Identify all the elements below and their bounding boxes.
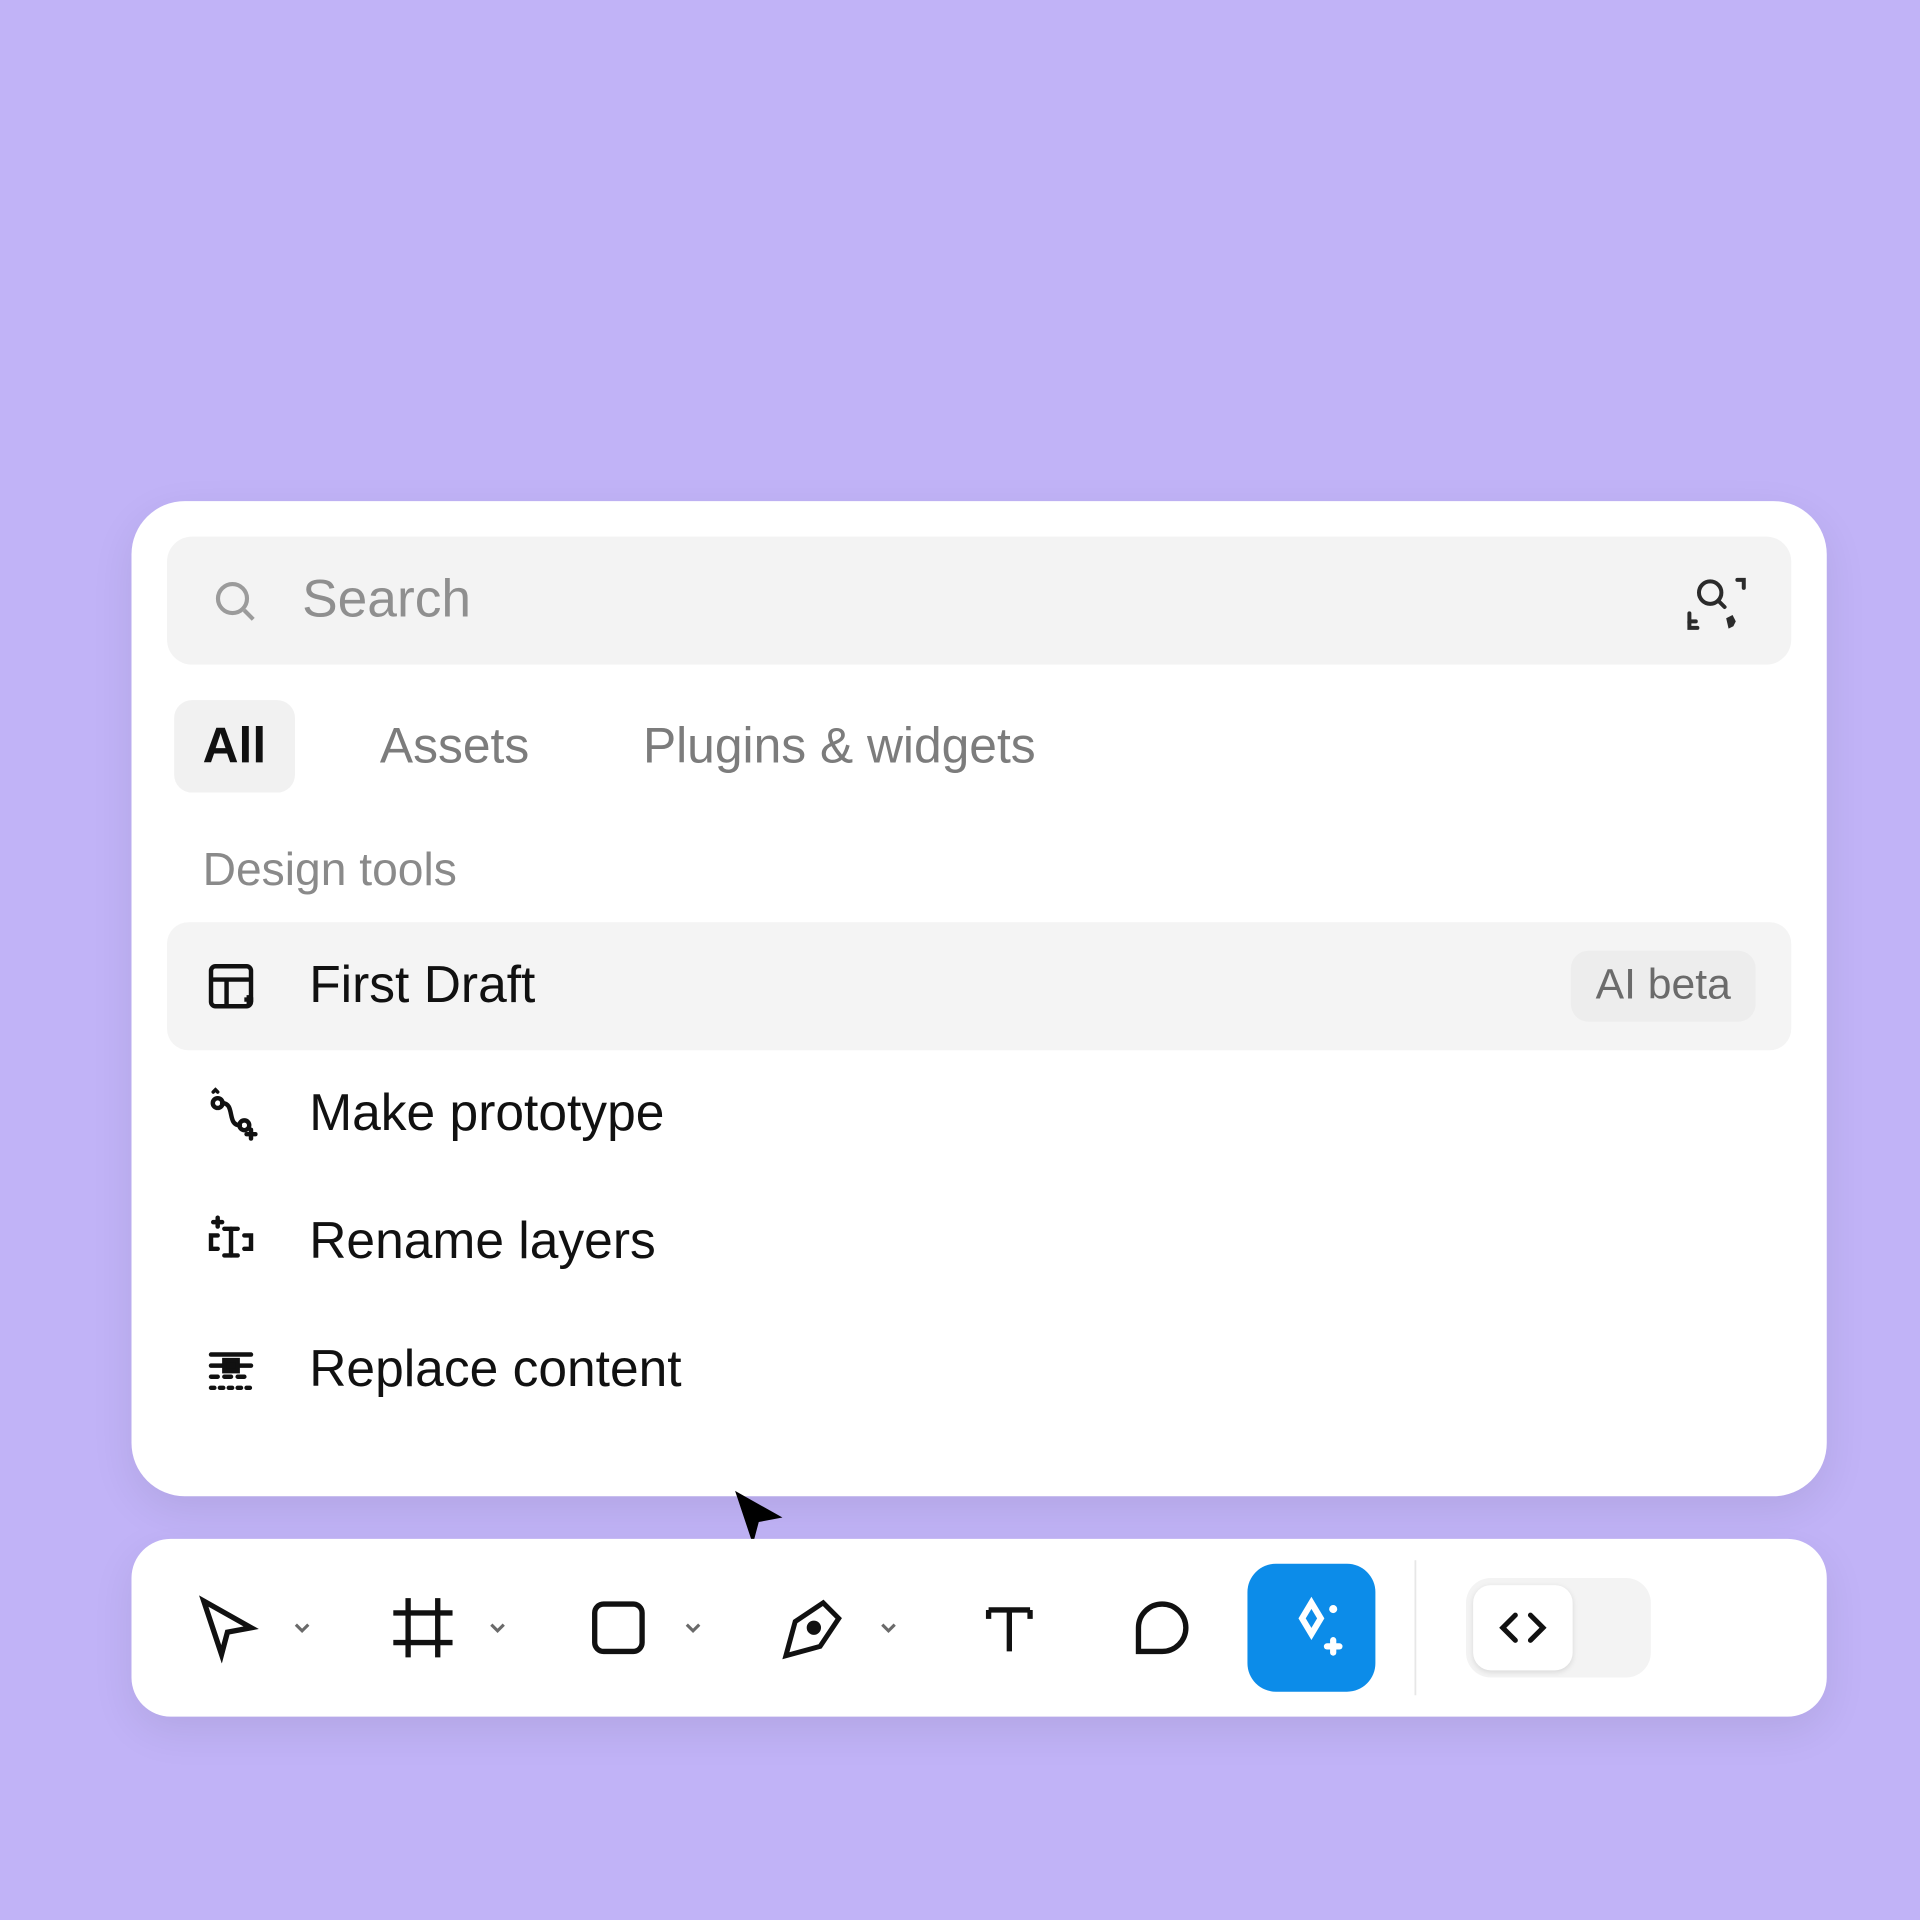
toolbar: [131, 1539, 1826, 1717]
search-icon: [210, 576, 260, 626]
command-palette: All Assets Plugins & widgets Design tool…: [131, 501, 1826, 1496]
rename-layers-icon: [203, 1215, 260, 1268]
search-input[interactable]: [302, 570, 1642, 630]
tool-shape-group: [565, 1574, 746, 1681]
tool-label: First Draft: [309, 957, 535, 1016]
tool-label: Make prototype: [309, 1085, 664, 1144]
code-icon: [1473, 1585, 1573, 1670]
tab-label: Plugins & widgets: [643, 718, 1036, 773]
tool-label: Replace content: [309, 1341, 681, 1400]
toolbar-divider: [1414, 1560, 1416, 1695]
pen-tool[interactable]: [761, 1574, 868, 1681]
tool-label: Rename layers: [309, 1213, 656, 1272]
move-tool-chevron[interactable]: [281, 1615, 324, 1640]
tool-frame-group: [370, 1574, 551, 1681]
make-prototype-icon: [203, 1088, 260, 1141]
tool-rename-layers[interactable]: Rename layers: [167, 1178, 1791, 1306]
tool-pen-group: [761, 1574, 942, 1681]
tool-replace-content[interactable]: Replace content: [167, 1306, 1791, 1434]
frame-tool[interactable]: [370, 1574, 477, 1681]
search-bar: [167, 537, 1791, 665]
tab-all[interactable]: All: [174, 700, 294, 792]
tool-move-group: [174, 1574, 355, 1681]
tab-label: All: [203, 718, 267, 773]
tool-first-draft[interactable]: First Draft AI beta: [167, 922, 1791, 1050]
tool-make-prototype[interactable]: Make prototype: [167, 1050, 1791, 1178]
shape-tool-chevron[interactable]: [672, 1615, 715, 1640]
tab-assets[interactable]: Assets: [351, 700, 557, 792]
actions-tool[interactable]: [1247, 1564, 1375, 1692]
comment-tool[interactable]: [1109, 1574, 1216, 1681]
text-tool[interactable]: [956, 1574, 1063, 1681]
filter-tabs: All Assets Plugins & widgets: [167, 700, 1791, 792]
tab-plugins[interactable]: Plugins & widgets: [615, 700, 1065, 792]
tool-list: First Draft AI beta Make prototype: [167, 922, 1791, 1434]
first-draft-icon: [203, 960, 260, 1013]
ai-beta-badge: AI beta: [1571, 951, 1756, 1022]
tab-label: Assets: [380, 718, 529, 773]
pen-tool-chevron[interactable]: [867, 1615, 910, 1640]
dev-mode-off-slot: [1573, 1585, 1644, 1670]
move-tool[interactable]: [174, 1574, 281, 1681]
section-title: Design tools: [167, 842, 1791, 897]
rectangle-tool[interactable]: [565, 1574, 672, 1681]
dev-mode-toggle[interactable]: [1466, 1578, 1651, 1678]
replace-content-icon: [203, 1343, 260, 1396]
frame-tool-chevron[interactable]: [476, 1615, 519, 1640]
visual-search-icon[interactable]: [1685, 569, 1749, 633]
